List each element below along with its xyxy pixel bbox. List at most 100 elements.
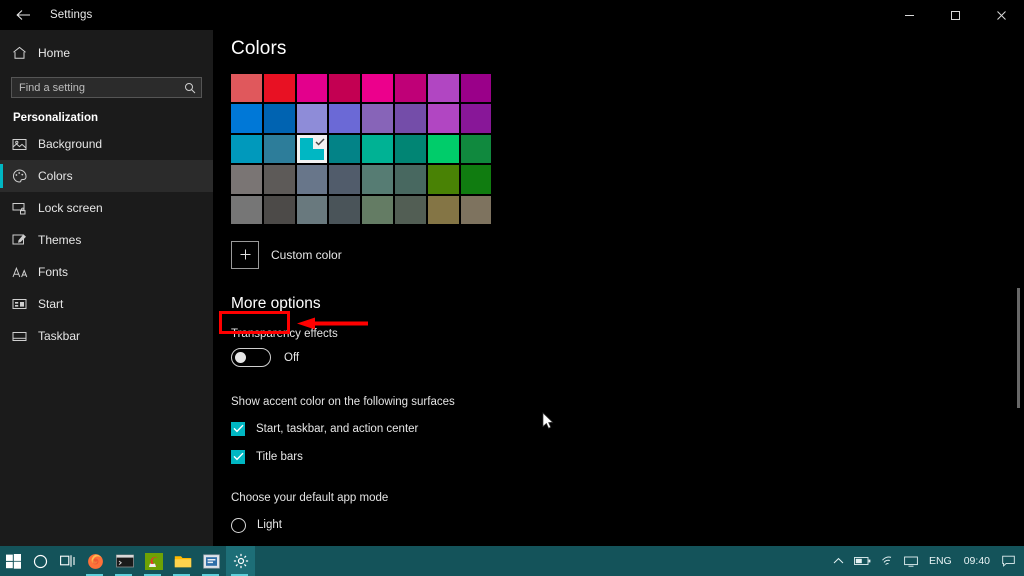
- sidebar-item-themes[interactable]: Themes: [0, 224, 213, 256]
- color-swatch[interactable]: [296, 195, 328, 224]
- color-swatch-selected[interactable]: [296, 134, 328, 164]
- checkbox-checked-icon[interactable]: [231, 449, 245, 464]
- language-indicator[interactable]: ENG: [923, 546, 958, 576]
- search-box[interactable]: [11, 77, 202, 98]
- battery-icon[interactable]: [851, 546, 875, 576]
- color-swatch[interactable]: [263, 74, 295, 103]
- color-swatch[interactable]: [263, 104, 295, 133]
- vertical-scrollbar[interactable]: [1017, 68, 1020, 568]
- color-swatch[interactable]: [329, 104, 361, 133]
- radio-unselected-icon[interactable]: [231, 517, 246, 533]
- back-button[interactable]: [0, 0, 46, 30]
- color-swatch[interactable]: [231, 165, 262, 194]
- color-swatch[interactable]: [460, 195, 492, 224]
- color-swatch[interactable]: [394, 134, 426, 164]
- checkbox-row-start-taskbar[interactable]: Start, taskbar, and action center: [231, 421, 1024, 436]
- settings-button[interactable]: [226, 546, 255, 576]
- color-swatch[interactable]: [427, 104, 459, 133]
- color-swatch[interactable]: [329, 134, 361, 164]
- color-swatch[interactable]: [231, 74, 262, 103]
- sidebar-item-lock-screen[interactable]: Lock screen: [0, 192, 213, 224]
- transparency-state-label: Off: [284, 351, 300, 364]
- color-swatch[interactable]: [296, 165, 328, 194]
- color-swatch[interactable]: [427, 165, 459, 194]
- task-view-button[interactable]: [54, 546, 81, 576]
- color-swatch[interactable]: [329, 74, 361, 103]
- color-swatch[interactable]: [427, 195, 459, 224]
- wifi-icon[interactable]: [875, 546, 899, 576]
- color-swatch[interactable]: [394, 74, 426, 103]
- sidebar-section-title: Personalization: [13, 112, 98, 124]
- custom-color-button[interactable]: [231, 240, 259, 269]
- color-swatch[interactable]: [427, 134, 459, 164]
- store-button[interactable]: [197, 546, 226, 576]
- transparency-label: Transparency effects: [231, 327, 338, 340]
- color-swatch[interactable]: [427, 74, 459, 103]
- settings-window: Settings Home Find a setting Personaliza…: [0, 0, 1024, 576]
- radio-row-light[interactable]: Light: [231, 517, 1024, 533]
- accent-surfaces-label: Show accent color on the following surfa…: [231, 395, 455, 408]
- checkbox-row-title-bars[interactable]: Title bars: [231, 449, 1024, 464]
- system-tray: ENG 09:40: [827, 546, 1024, 576]
- transparency-toggle-row[interactable]: Off: [231, 348, 1024, 368]
- color-swatch[interactable]: [231, 104, 262, 133]
- maximize-button[interactable]: [932, 0, 978, 30]
- color-swatch[interactable]: [394, 195, 426, 224]
- color-swatch[interactable]: [394, 165, 426, 194]
- sidebar-item-fonts[interactable]: Fonts: [0, 256, 213, 288]
- color-swatch[interactable]: [263, 165, 295, 194]
- search-icon[interactable]: [179, 82, 201, 94]
- clock[interactable]: 09:40: [958, 546, 996, 576]
- color-swatch[interactable]: [362, 134, 393, 164]
- chevron-up-icon[interactable]: [827, 546, 851, 576]
- monitor-icon[interactable]: [899, 546, 923, 576]
- page-title: Colors: [231, 38, 287, 59]
- radio-label: Light: [257, 519, 282, 532]
- color-swatch[interactable]: [460, 74, 492, 103]
- color-swatch[interactable]: [329, 195, 361, 224]
- transparency-toggle[interactable]: [231, 348, 271, 368]
- color-swatch[interactable]: [296, 104, 328, 133]
- swatch-fill: [299, 135, 327, 161]
- color-swatch[interactable]: [231, 195, 262, 224]
- color-swatch[interactable]: [263, 134, 295, 164]
- lock-screen-icon: [12, 202, 38, 215]
- terminal-button[interactable]: [110, 546, 139, 576]
- minimize-button[interactable]: [886, 0, 932, 30]
- color-swatch[interactable]: [460, 104, 492, 133]
- taskbar: ENG 09:40: [0, 546, 1024, 576]
- search-input[interactable]: [12, 81, 179, 94]
- firefox-button[interactable]: [81, 546, 110, 576]
- sidebar-label: Colors: [38, 169, 73, 183]
- start-button[interactable]: [0, 546, 27, 576]
- sidebar-item-start[interactable]: Start: [0, 288, 213, 320]
- sidebar-item-colors[interactable]: Colors: [0, 160, 213, 192]
- color-swatch[interactable]: [231, 134, 262, 164]
- close-button[interactable]: [978, 0, 1024, 30]
- toggle-knob: [235, 352, 246, 364]
- color-swatch[interactable]: [329, 165, 361, 194]
- ccleaner-button[interactable]: [139, 546, 168, 576]
- custom-color-row[interactable]: Custom color: [231, 240, 1024, 269]
- color-swatch[interactable]: [362, 74, 393, 103]
- checkbox-label: Title bars: [256, 450, 303, 463]
- action-center-icon[interactable]: [996, 546, 1020, 576]
- color-palette-grid[interactable]: [231, 74, 493, 224]
- color-swatch[interactable]: [296, 74, 328, 103]
- color-swatch[interactable]: [362, 195, 393, 224]
- sidebar-item-taskbar[interactable]: Taskbar: [0, 320, 213, 352]
- checkbox-checked-icon[interactable]: [231, 421, 245, 436]
- sidebar-item-home[interactable]: Home: [0, 37, 213, 69]
- image-icon: [12, 138, 38, 151]
- color-swatch[interactable]: [460, 165, 492, 194]
- color-swatch[interactable]: [263, 195, 295, 224]
- color-swatch[interactable]: [362, 104, 393, 133]
- color-swatch[interactable]: [460, 134, 492, 164]
- color-swatch[interactable]: [362, 165, 393, 194]
- file-explorer-button[interactable]: [168, 546, 197, 576]
- search-button[interactable]: [27, 546, 54, 576]
- color-swatch[interactable]: [394, 104, 426, 133]
- scrollbar-thumb[interactable]: [1017, 288, 1020, 408]
- sidebar-item-background[interactable]: Background: [0, 128, 213, 160]
- fonts-icon: [12, 266, 38, 279]
